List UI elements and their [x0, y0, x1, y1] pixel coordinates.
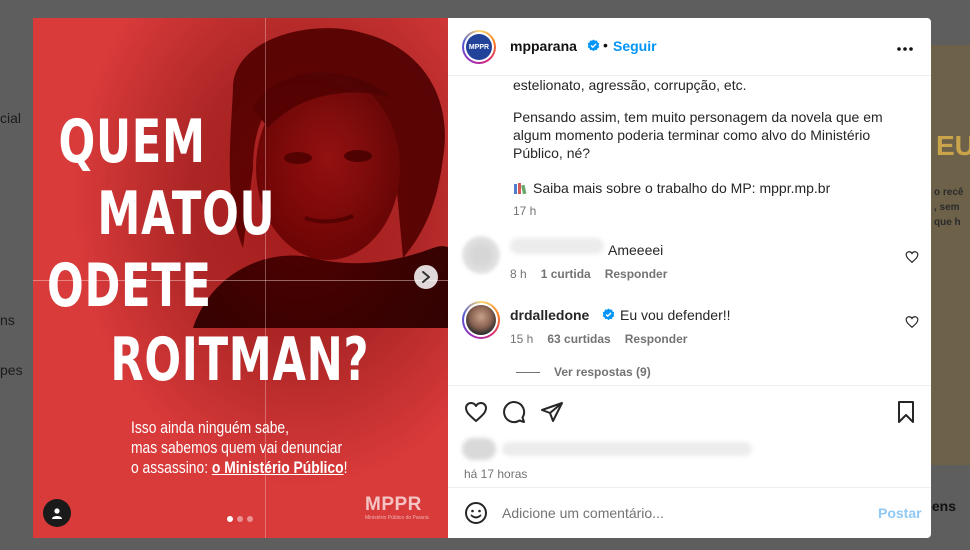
replies-line: [516, 372, 540, 374]
separator-dot: •: [603, 37, 608, 53]
backdrop-text: ns: [0, 312, 15, 328]
comment-meta: 8 h 1 curtida Responder: [510, 267, 667, 281]
tagged-users-button[interactable]: [43, 499, 71, 527]
author-avatar[interactable]: MPPR: [462, 30, 496, 64]
more-icon: [897, 47, 913, 51]
post-timestamp: há 17 horas: [464, 467, 528, 481]
carousel-dot: [237, 516, 243, 522]
subtext-line: mas sabemos quem vai denunciar: [131, 439, 343, 457]
comment-meta: 15 h 63 curtidas Responder: [510, 332, 687, 346]
headline-line: ODETE: [47, 251, 212, 321]
backdrop-text: ens: [931, 498, 956, 514]
post-details-panel: MPPR mpparana • Seguir estelionato, agre…: [448, 18, 931, 538]
comment-likes[interactable]: 63 curtidas: [547, 332, 610, 346]
backdrop-text: pes: [0, 362, 23, 378]
reply-button[interactable]: Responder: [625, 332, 688, 346]
chevron-right-icon: [422, 271, 430, 283]
post-comment-button[interactable]: Postar: [878, 505, 922, 521]
caption-time: 17 h: [513, 204, 537, 218]
follow-button[interactable]: Seguir: [613, 38, 657, 54]
like-heart-icon[interactable]: [464, 400, 488, 424]
reply-button[interactable]: Responder: [605, 267, 668, 281]
image-brand-subtitle: Ministério Público do Paraná: [365, 515, 429, 521]
likes-text-blurred: [502, 442, 752, 456]
subtext-line: Isso ainda ninguém sabe,: [131, 419, 289, 437]
post-image[interactable]: QUEM MATOU ODETE ROITMAN? Isso ainda nin…: [33, 18, 448, 538]
commenter-avatar[interactable]: [462, 236, 500, 274]
backdrop-text: que h: [934, 217, 961, 228]
user-icon: [52, 508, 62, 519]
image-brand-logo: MPPR: [365, 494, 422, 515]
comment-text: Eu vou defender!!: [620, 307, 731, 323]
headline-line: QUEM: [58, 107, 206, 177]
backdrop-word: EU: [936, 130, 970, 161]
comment-input[interactable]: [502, 502, 862, 524]
backdrop-side-post: EU o recê , sem que h: [930, 45, 970, 465]
verified-badge-icon: [587, 39, 600, 52]
add-comment-bar: Postar: [448, 487, 931, 538]
caption-text: estelionato, agressão, corrupção, etc.: [513, 77, 747, 93]
avatar-ring: [464, 303, 498, 337]
avatar-logo: MPPR: [466, 34, 492, 60]
comment-bubble-icon[interactable]: [502, 400, 526, 424]
next-image-button[interactable]: [414, 265, 438, 289]
view-replies-button[interactable]: Ver respostas (9): [516, 365, 651, 379]
subtext-suffix: !: [343, 459, 348, 477]
headline-line: ROITMAN?: [110, 325, 370, 395]
comment-text: Ameeeei: [608, 242, 664, 258]
comment-time: 8 h: [510, 267, 527, 281]
share-send-icon[interactable]: [540, 400, 564, 424]
commenter-avatar[interactable]: [462, 301, 500, 339]
caption-text: Pensando assim, tem muito personagem da …: [513, 109, 883, 161]
backdrop-text: , sem: [934, 202, 960, 213]
comment-time: 15 h: [510, 332, 534, 346]
verified-badge-icon: [602, 308, 615, 321]
more-options-button[interactable]: [896, 36, 914, 57]
subtext-line: o assassino: o Ministério Público!: [131, 458, 383, 478]
image-subtext: Isso ainda ninguém sabe, mas sabemos que…: [131, 418, 383, 478]
commenter-username[interactable]: drdalledone: [510, 307, 589, 323]
caption-link-line: Saiba mais sobre o trabalho do MP: mppr.…: [513, 179, 830, 197]
heart-icon[interactable]: [905, 250, 919, 264]
caption-text: Saiba mais sobre o trabalho do MP: mppr.…: [533, 180, 831, 196]
books-icon: [514, 183, 527, 195]
post-modal: QUEM MATOU ODETE ROITMAN? Isso ainda nin…: [33, 18, 931, 538]
carousel-dot: [247, 516, 253, 522]
author-username[interactable]: mpparana: [510, 38, 577, 54]
comment-likes[interactable]: 1 curtida: [541, 267, 591, 281]
avatar-ring: MPPR: [464, 32, 494, 62]
comment-body: drdalledone: [510, 307, 589, 323]
post-header: MPPR mpparana • Seguir: [448, 18, 931, 76]
liker-avatars-blurred: [462, 438, 496, 460]
bookmark-icon[interactable]: [894, 400, 918, 424]
view-replies-label: Ver respostas (9): [554, 365, 651, 379]
commenter-username-blurred[interactable]: [510, 238, 604, 254]
carousel-dot: [227, 516, 233, 522]
subtext-prefix: o assassino:: [131, 459, 212, 477]
carousel-dots: [227, 516, 253, 522]
emoji-icon[interactable]: [464, 501, 488, 525]
avatar-photo: [466, 305, 496, 335]
subtext-emphasis: o Ministério Público: [211, 459, 344, 477]
backdrop-text: o recê: [934, 187, 964, 198]
heart-icon[interactable]: [905, 315, 919, 329]
headline-line: MATOU: [97, 179, 276, 249]
backdrop-text: cial: [0, 110, 22, 126]
